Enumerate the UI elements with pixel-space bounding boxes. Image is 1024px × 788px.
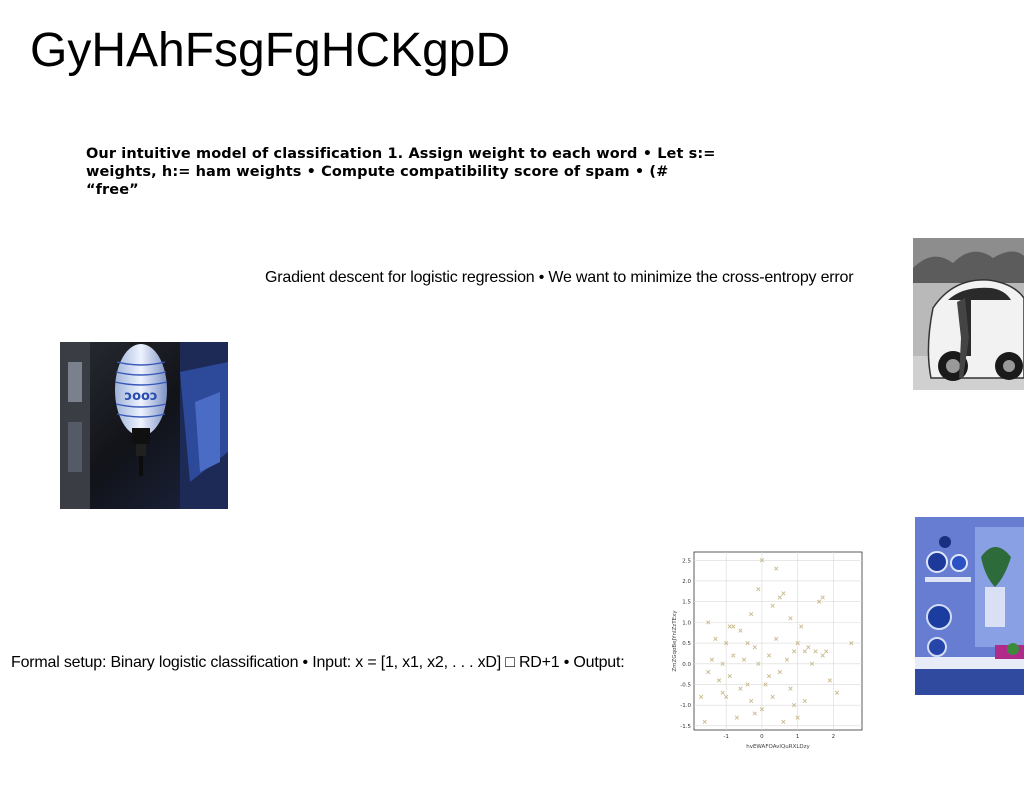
svg-text:ɔooɔ: ɔooɔ	[124, 389, 157, 404]
y-tick-label: -0.5	[680, 682, 691, 688]
y-tick-label: 0.0	[682, 662, 691, 668]
x-tick-label: 2	[832, 734, 836, 740]
car-photo	[913, 238, 1024, 390]
formal-setup-text: Formal setup: Binary logistic classifica…	[11, 654, 625, 671]
y-axis-label: ZmZGqoBeJYnIZzTExy	[672, 610, 678, 672]
scatter-chart: -1 0 1 2 2.5 2.0 1.5 1.0 0.5 0.0 -0.5 -1.0 -1.5 hvEW…	[668, 548, 864, 756]
classification-text: Our intuitive model of classification 1.…	[86, 146, 716, 198]
gradient-descent-text: Gradient descent for logistic regression…	[265, 269, 854, 286]
y-tick-label: 1.5	[682, 600, 691, 606]
x-tick-label: -1	[723, 734, 728, 740]
kitchen-photo	[915, 517, 1024, 695]
y-tick-label: 0.5	[682, 641, 691, 647]
y-tick-label: -1.0	[680, 703, 691, 709]
x-tick-label: 0	[760, 734, 764, 740]
plot-area	[693, 551, 863, 731]
x-tick-label: 1	[796, 734, 800, 740]
y-tick-label: 2.5	[682, 558, 691, 564]
y-tick-label: 2.0	[682, 579, 691, 585]
y-tick-label: 1.0	[682, 620, 691, 626]
y-tick-label: -1.5	[680, 724, 691, 730]
x-axis-label: hvEWAFOAvlQuRXLDzy	[746, 744, 810, 750]
lantern-photo: ɔooɔ	[60, 342, 228, 509]
slide-title: GyHAhFsgFgHCKgpD	[30, 24, 511, 77]
